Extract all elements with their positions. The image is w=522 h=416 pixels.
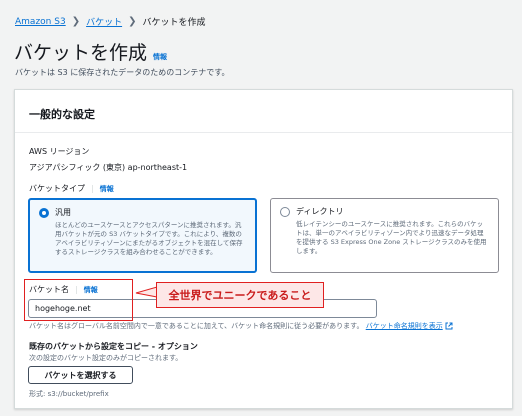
page-title-row: バケットを作成 情報 xyxy=(14,38,167,65)
option-description: ほとんどのユースケースとアクセスパターンに推奨されます。汎用バケットが元の S3… xyxy=(55,221,243,256)
choose-bucket-button[interactable]: バケットを選択する xyxy=(28,366,133,384)
panel-divider xyxy=(15,132,512,133)
annotation-callout: 全世界でユニークであること xyxy=(156,282,324,308)
chevron-right-icon: ❯ xyxy=(128,16,137,27)
copy-settings-title: 既存のバケットから設定をコピー - オプション xyxy=(29,342,198,351)
page-info-link[interactable]: 情報 xyxy=(153,52,167,62)
bucket-type-info-link[interactable]: 情報 xyxy=(100,184,114,194)
bucket-type-directory[interactable]: ディレクトリ 低レイテンシーのユースケースに推奨されます。これらのバケットは、単… xyxy=(270,198,499,273)
bucket-type-general-purpose[interactable]: 汎用 ほとんどのユースケースとアクセスパターンに推奨されます。汎用バケットが元の… xyxy=(28,198,257,273)
breadcrumb-create-bucket: バケットを作成 xyxy=(142,18,206,28)
chevron-right-icon: ❯ xyxy=(71,16,81,27)
bucket-type-label-row: バケットタイプ | 情報 xyxy=(29,183,114,194)
panel-header: 一般的な設定 xyxy=(29,108,95,121)
naming-rules-link[interactable]: バケット命名規則を表示 xyxy=(366,322,443,330)
general-configuration-panel: 一般的な設定 AWS リージョン アジアパシフィック (東京) ap-north… xyxy=(14,89,513,409)
breadcrumb-buckets[interactable]: バケット xyxy=(86,15,122,28)
option-title: 汎用 xyxy=(55,208,71,217)
bucket-type-label: バケットタイプ xyxy=(29,184,85,193)
copy-settings-description: 次の設定のバケット設定のみがコピーされます。 xyxy=(29,354,183,362)
option-title: ディレクトリ xyxy=(296,207,344,216)
annotation-highlight-box xyxy=(24,279,133,321)
breadcrumb-amazon-s3[interactable]: Amazon S3 xyxy=(15,17,66,27)
page-title: バケットを作成 xyxy=(14,42,148,64)
region-value: アジアパシフィック (東京) ap-northeast-1 xyxy=(29,163,188,172)
separator: | xyxy=(91,184,94,193)
external-link-icon[interactable] xyxy=(445,322,453,330)
option-description: 低レイテンシーのユースケースに推奨されます。これらのバケットは、単一のアベイラビ… xyxy=(296,220,487,255)
region-label: AWS リージョン xyxy=(29,147,90,156)
radio-selected-icon[interactable] xyxy=(39,207,49,218)
breadcrumb: Amazon S3 ❯ バケット ❯ バケットを作成 xyxy=(15,15,206,28)
radio-unselected-icon[interactable] xyxy=(280,206,290,217)
format-hint: 形式: s3://bucket/prefix xyxy=(29,390,109,398)
bucket-name-hint-text: バケット名はグローバル名前空間内で一意であることに加えて、バケット命名規則に従う… xyxy=(29,322,364,330)
bucket-name-hint: バケット名はグローバル名前空間内で一意であることに加えて、バケット命名規則に従う… xyxy=(29,321,453,331)
page-description: バケットは S3 に保存されたデータのためのコンテナです。 xyxy=(15,68,230,77)
